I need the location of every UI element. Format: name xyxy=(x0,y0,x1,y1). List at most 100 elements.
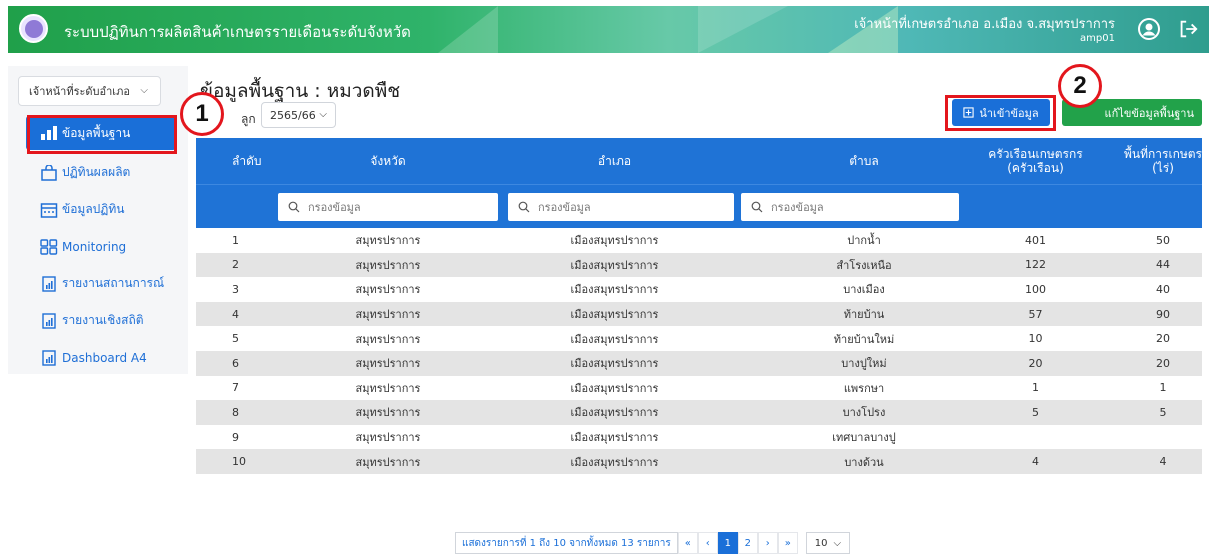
grid-icon xyxy=(40,238,58,255)
province-cell: สมุทรปราการ xyxy=(355,258,421,272)
row-index: 2 xyxy=(232,258,239,272)
subdistrict-cell: ปากน้ำ xyxy=(847,234,881,248)
households-cell: 5 xyxy=(1032,405,1039,419)
prev-page-button[interactable]: ‹ xyxy=(697,532,718,554)
page-button-1[interactable]: 1 xyxy=(717,532,738,554)
filter-placeholder: กรองข้อมูล xyxy=(308,201,361,214)
sidebar-item-production-calendar[interactable]: ปฏิทินผลผลิต xyxy=(26,154,176,191)
chevron-down-icon: ⌵ xyxy=(319,109,327,120)
row-index: 9 xyxy=(232,430,239,444)
sidebar-item-dashboard-a4[interactable]: Dashboard A4 xyxy=(26,339,176,376)
district-cell: เมืองสมุทรปราการ xyxy=(570,406,659,420)
table-row[interactable]: 10 สมุทรปราการ เมืองสมุทรปราการ บางด้วน 4 4 xyxy=(196,449,1202,474)
area-cell: 20 xyxy=(1156,332,1170,346)
table-row[interactable]: 2 สมุทรปราการ เมืองสมุทรปราการ สำโรงเหนือ 12… xyxy=(196,252,1202,278)
sidebar-item-label: ปฏิทินผลผลิต xyxy=(62,165,131,179)
province-filter-input[interactable]: กรองข้อมูล xyxy=(278,193,498,221)
district-cell: เมืองสมุทรปราการ xyxy=(570,283,659,297)
year-select-value: 2565/66 xyxy=(270,108,316,122)
subdistrict-filter-input[interactable]: กรองข้อมูล xyxy=(741,193,959,221)
column-header[interactable]: ตำบล xyxy=(731,154,957,168)
table-header: ลำดับ จังหวัด อำเภอ ตำบล ครัวเรือนเกษตรก… xyxy=(196,138,1202,184)
subdistrict-cell: ท้ายบ้านใหม่ xyxy=(833,332,895,346)
search-icon xyxy=(518,201,530,213)
role-select-value: เจ้าหน้าที่ระดับอำเภอ xyxy=(29,85,130,98)
district-cell: เมืองสมุทรปราการ xyxy=(570,308,659,322)
filter-row: กรองข้อมูล กรองข้อมูล กรองข้อมูล xyxy=(196,184,1202,228)
logout-icon[interactable] xyxy=(1177,18,1199,40)
table-row[interactable]: 4 สมุทรปราการ เมืองสมุทรปราการ ท้ายบ้าน 57 90 xyxy=(196,301,1202,327)
column-header[interactable]: ครัวเรือนเกษตรกร (ครัวเรือน) xyxy=(957,147,1094,175)
column-header[interactable]: ลำดับ xyxy=(196,154,278,168)
table-row[interactable]: 6 สมุทรปราการ เมืองสมุทรปราการ บางปูใหม่ 20 2… xyxy=(196,350,1202,376)
area-cell: 90 xyxy=(1156,307,1170,321)
page-button-2[interactable]: 2 xyxy=(737,532,758,554)
chevron-down-icon: ⌵ xyxy=(140,85,148,96)
subdistrict-cell: บางเมือง xyxy=(843,283,885,297)
table-row[interactable]: 8 สมุทรปราการ เมืองสมุทรปราการ บางโปรง 5 5 xyxy=(196,400,1202,425)
report-icon xyxy=(42,275,56,292)
first-page-button[interactable]: « xyxy=(677,532,698,554)
search-icon xyxy=(751,201,763,213)
sidebar: เจ้าหน้าที่ระดับอำเภอ ⌵ ข้อมูลพื้นฐาน ปฏ… xyxy=(8,66,188,374)
sidebar-item-monitoring[interactable]: Monitoring xyxy=(26,228,176,265)
callout-highlight-2 xyxy=(945,95,1056,131)
households-cell: 57 xyxy=(1028,307,1043,321)
district-cell: เมืองสมุทรปราการ xyxy=(570,258,659,272)
subdistrict-cell: บางโปรง xyxy=(842,406,886,420)
households-cell: 1 xyxy=(1032,381,1039,395)
table-row[interactable]: 1 สมุทรปราการ เมืองสมุทรปราการ ปากน้ำ 401 50 xyxy=(196,228,1202,253)
area-cell: 44 xyxy=(1156,258,1170,272)
province-cell: สมุทรปราการ xyxy=(355,283,421,297)
area-cell: 5 xyxy=(1159,405,1167,419)
app-title: ระบบปฏิทินการผลิตสินค้าเกษตรรายเดือนระดั… xyxy=(64,23,411,41)
year-select[interactable]: 2565/66 ⌵ xyxy=(261,102,336,128)
table-row[interactable]: 9 สมุทรปราการ เมืองสมุทรปราการ เทศบาลบางปู xyxy=(196,425,1202,450)
area-cell: 50 xyxy=(1156,233,1170,247)
district-cell: เมืองสมุทรปราการ xyxy=(570,234,659,248)
row-index: 7 xyxy=(232,381,239,395)
households-cell: 100 xyxy=(1025,282,1046,296)
filter-placeholder: กรองข้อมูล xyxy=(771,201,824,214)
per-page-select[interactable]: 10 ⌵ xyxy=(805,532,851,554)
subdistrict-cell: บางด้วน xyxy=(844,455,884,469)
report-icon xyxy=(42,349,56,366)
table-row[interactable]: 3 สมุทรปราการ เมืองสมุทรปราการ บางเมือง 100 4… xyxy=(196,277,1202,302)
row-index: 10 xyxy=(232,455,246,469)
last-page-button[interactable]: » xyxy=(777,532,798,554)
top-header: ระบบปฏิทินการผลิตสินค้าเกษตรรายเดือนระดั… xyxy=(8,6,1209,53)
row-index: 6 xyxy=(232,356,239,370)
sidebar-item-calendar-data[interactable]: ข้อมูลปฏิทิน xyxy=(26,191,176,228)
user-profile-icon[interactable] xyxy=(1137,17,1161,41)
sidebar-item-situation-report[interactable]: รายงานสถานการณ์ xyxy=(26,265,176,302)
province-cell: สมุทรปราการ xyxy=(355,381,421,395)
province-cell: สมุทรปราการ xyxy=(355,431,421,445)
report-icon xyxy=(42,312,56,329)
column-header[interactable]: พื้นที่การเกษตร (ไร่) xyxy=(1094,147,1202,175)
user-id: amp01 xyxy=(1080,33,1115,44)
callout-highlight-1 xyxy=(27,115,177,154)
next-page-button[interactable]: › xyxy=(757,532,778,554)
row-index: 3 xyxy=(232,282,239,296)
sidebar-item-label: Monitoring xyxy=(62,239,127,254)
role-select[interactable]: เจ้าหน้าที่ระดับอำเภอ ⌵ xyxy=(18,76,161,106)
column-header[interactable]: จังหวัด xyxy=(278,154,498,168)
households-cell: 10 xyxy=(1028,332,1043,346)
sidebar-item-label: ข้อมูลปฏิทิน xyxy=(62,202,125,216)
column-header[interactable]: อำเภอ xyxy=(498,154,731,168)
sidebar-item-statistics-report[interactable]: รายงานเชิงสถิติ xyxy=(26,302,176,339)
row-index: 8 xyxy=(232,405,239,419)
chevron-down-icon: ⌵ xyxy=(833,537,842,549)
province-cell: สมุทรปราการ xyxy=(355,455,421,469)
table-row[interactable]: 7 สมุทรปราการ เมืองสมุทรปราการ แพรกษา 1 1 xyxy=(196,376,1202,401)
data-table: ลำดับ จังหวัด อำเภอ ตำบล ครัวเรือนเกษตรก… xyxy=(196,138,1202,474)
table-row[interactable]: 5 สมุทรปราการ เมืองสมุทรปราการ ท้ายบ้านใหม่… xyxy=(196,326,1202,351)
district-cell: เมืองสมุทรปราการ xyxy=(570,431,659,445)
callout-badge-2: 2 xyxy=(1058,64,1102,108)
province-cell: สมุทรปราการ xyxy=(355,332,421,346)
province-cell: สมุทรปราการ xyxy=(355,357,421,371)
province-cell: สมุทรปราการ xyxy=(355,234,421,248)
district-cell: เมืองสมุทรปราการ xyxy=(570,357,659,371)
district-filter-input[interactable]: กรองข้อมูล xyxy=(508,193,734,221)
row-index: 1 xyxy=(232,233,239,247)
